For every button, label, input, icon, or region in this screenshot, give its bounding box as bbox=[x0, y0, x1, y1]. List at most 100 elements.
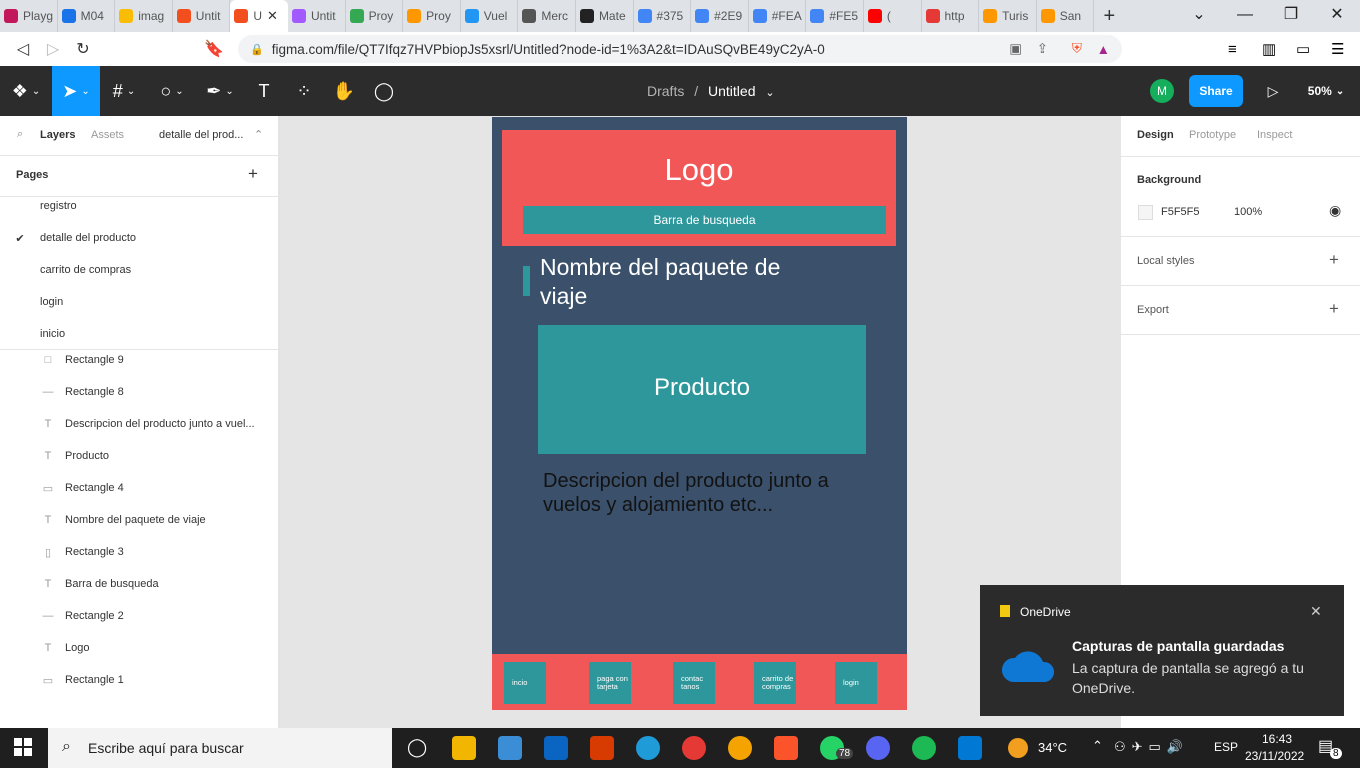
page-item[interactable]: ✔ detalle del producto bbox=[0, 222, 279, 254]
page-item[interactable]: login bbox=[0, 286, 279, 318]
share-page-icon[interactable]: ⇪ bbox=[1037, 41, 1048, 57]
spotify-icon[interactable] bbox=[912, 736, 936, 760]
current-page-selector[interactable]: detalle del prod... bbox=[159, 129, 243, 141]
mockup-package-name[interactable]: Nombre del paquete de viaje bbox=[540, 253, 800, 311]
onedrive-notification[interactable]: OneDrive ✕ Capturas de pantalla guardada… bbox=[980, 585, 1344, 716]
browser-tab[interactable]: #375 bbox=[634, 0, 692, 32]
avatar[interactable]: M bbox=[1150, 79, 1174, 103]
eye-icon[interactable]: ◉ bbox=[1329, 202, 1341, 219]
breadcrumb-drafts[interactable]: Drafts bbox=[647, 83, 684, 99]
search-icon[interactable]: ⌕ bbox=[17, 128, 23, 141]
shape-tool-icon[interactable]: ○ ⌄ bbox=[148, 66, 196, 116]
sidebar-icon[interactable]: ▥ bbox=[1262, 40, 1276, 58]
frame-tool-icon[interactable]: # ⌄ bbox=[100, 66, 148, 116]
mockup-footer-button[interactable]: login bbox=[835, 662, 877, 704]
mockup-description[interactable]: Descripcion del producto junto a vuelos … bbox=[543, 469, 843, 517]
brave-icon[interactable] bbox=[774, 736, 798, 760]
close-tab-icon[interactable]: ✕ bbox=[267, 8, 278, 24]
text-tool-icon[interactable]: T bbox=[244, 66, 284, 116]
browser-tab[interactable]: Mate bbox=[576, 0, 634, 32]
mockup-footer[interactable]: incio paga con tarjeta contac tanos carr… bbox=[492, 654, 907, 710]
file-explorer-icon[interactable] bbox=[452, 736, 476, 760]
store-icon[interactable] bbox=[498, 736, 522, 760]
mockup-search-bar[interactable]: Barra de busqueda bbox=[523, 206, 886, 234]
chevron-up-icon[interactable]: ⌃ bbox=[254, 128, 263, 141]
edge-icon[interactable] bbox=[636, 736, 660, 760]
tab-layers[interactable]: Layers bbox=[40, 129, 75, 141]
browser-tab[interactable]: San bbox=[1037, 0, 1095, 32]
browser-tab[interactable]: Turis bbox=[979, 0, 1037, 32]
close-icon[interactable]: ✕ bbox=[1314, 0, 1360, 32]
layer-item[interactable]: T Barra de busqueda bbox=[0, 568, 279, 600]
system-tray-icons[interactable]: ⚇✈▭🔊 bbox=[1114, 739, 1189, 755]
background-opacity[interactable]: 100% bbox=[1234, 206, 1262, 218]
layer-item[interactable]: — Rectangle 8 bbox=[0, 376, 279, 408]
wallet-icon[interactable]: ▭ bbox=[1296, 40, 1310, 58]
task-view-icon[interactable]: ◯ bbox=[407, 737, 427, 758]
figma-menu-icon[interactable]: ❖ ⌄ bbox=[0, 66, 52, 116]
restore-icon[interactable]: ❐ bbox=[1268, 0, 1314, 32]
browser-tab[interactable]: ( bbox=[864, 0, 922, 32]
taskbar-search[interactable]: ⌕ Escribe aquí para buscar bbox=[48, 728, 392, 768]
forward-icon[interactable]: ▷ bbox=[38, 39, 68, 59]
comment-tool-icon[interactable]: ◯ bbox=[364, 66, 404, 116]
layer-item[interactable]: ▯ Rectangle 3 bbox=[0, 536, 279, 568]
background-swatch[interactable] bbox=[1138, 205, 1153, 220]
office-icon[interactable] bbox=[590, 736, 614, 760]
reload-icon[interactable]: ↻ bbox=[68, 39, 98, 59]
browser-tab[interactable]: Playg bbox=[0, 0, 58, 32]
chevron-down-icon[interactable]: ⌄ bbox=[1176, 0, 1222, 32]
layer-item[interactable]: T Nombre del paquete de viaje bbox=[0, 504, 279, 536]
zoom-dropdown[interactable]: 50% ⌄ bbox=[1300, 66, 1352, 116]
mail-icon[interactable] bbox=[544, 736, 568, 760]
tab-inspect[interactable]: Inspect bbox=[1257, 129, 1292, 141]
browser-tab[interactable]: imag bbox=[115, 0, 173, 32]
present-icon[interactable]: ▷ bbox=[1258, 66, 1288, 116]
pen-tool-icon[interactable]: ✒ ⌄ bbox=[196, 66, 244, 116]
mockup-footer-button[interactable]: carrito de compras bbox=[754, 662, 796, 704]
brave-rewards-icon[interactable]: ▲ bbox=[1097, 42, 1110, 57]
brave-shield-icon[interactable]: ⛨ bbox=[1072, 41, 1082, 57]
mockup-footer-button[interactable]: incio bbox=[504, 662, 546, 704]
new-tab-button[interactable]: + bbox=[1094, 5, 1124, 28]
browser-tab[interactable]: Merc bbox=[518, 0, 576, 32]
share-button[interactable]: Share bbox=[1189, 75, 1243, 107]
minimize-icon[interactable]: — bbox=[1222, 0, 1268, 32]
browser-tab[interactable]: http bbox=[922, 0, 980, 32]
browser-tab[interactable]: M04 bbox=[58, 0, 116, 32]
browser-tab[interactable]: U ✕ bbox=[230, 0, 288, 32]
layer-item[interactable]: ▭ Rectangle 1 bbox=[0, 664, 279, 696]
move-tool-icon[interactable]: ➤ ⌄ bbox=[52, 66, 100, 116]
background-hex[interactable]: F5F5F5 bbox=[1161, 206, 1200, 218]
vpn-icon[interactable] bbox=[728, 736, 752, 760]
layer-item[interactable]: T Producto bbox=[0, 440, 279, 472]
resources-icon[interactable]: ⁘ bbox=[284, 66, 324, 116]
browser-tab[interactable]: #2E9 bbox=[691, 0, 749, 32]
page-item[interactable]: registro bbox=[0, 190, 279, 222]
discord-icon[interactable] bbox=[866, 736, 890, 760]
browser-tab[interactable]: Proy bbox=[403, 0, 461, 32]
browser-tab[interactable]: Untit bbox=[173, 0, 231, 32]
add-page-icon[interactable]: + bbox=[248, 164, 258, 184]
layer-item[interactable]: — Rectangle 2 bbox=[0, 600, 279, 632]
chevron-up-icon[interactable]: ⌃ bbox=[1092, 738, 1103, 754]
menu-icon[interactable]: ☰ bbox=[1331, 40, 1344, 58]
mockup-logo[interactable]: Logo bbox=[502, 152, 896, 188]
back-icon[interactable]: ◁ bbox=[8, 39, 38, 59]
browser-tab[interactable]: Vuel bbox=[461, 0, 519, 32]
weather-temp[interactable]: 34°C bbox=[1038, 740, 1067, 755]
tab-design[interactable]: Design bbox=[1137, 129, 1174, 141]
clipboard-icon[interactable]: ▣ bbox=[1009, 41, 1022, 57]
hand-tool-icon[interactable]: ✋ bbox=[324, 66, 364, 116]
file-name[interactable]: Untitled bbox=[708, 83, 755, 99]
add-style-icon[interactable]: + bbox=[1329, 250, 1339, 270]
add-export-icon[interactable]: + bbox=[1329, 299, 1339, 319]
browser-tab[interactable]: #FEA bbox=[749, 0, 807, 32]
mockup-header[interactable]: Logo Barra de busqueda bbox=[502, 130, 896, 246]
vscode-icon[interactable] bbox=[958, 736, 982, 760]
browser-tab[interactable]: #FE5 bbox=[806, 0, 864, 32]
clock-date[interactable]: 23/11/2022 bbox=[1245, 749, 1304, 763]
bookmark-icon[interactable]: 🔖 bbox=[199, 39, 229, 59]
browser-tab[interactable]: Untit bbox=[288, 0, 346, 32]
layer-item[interactable]: □ Rectangle 9 bbox=[0, 344, 279, 376]
